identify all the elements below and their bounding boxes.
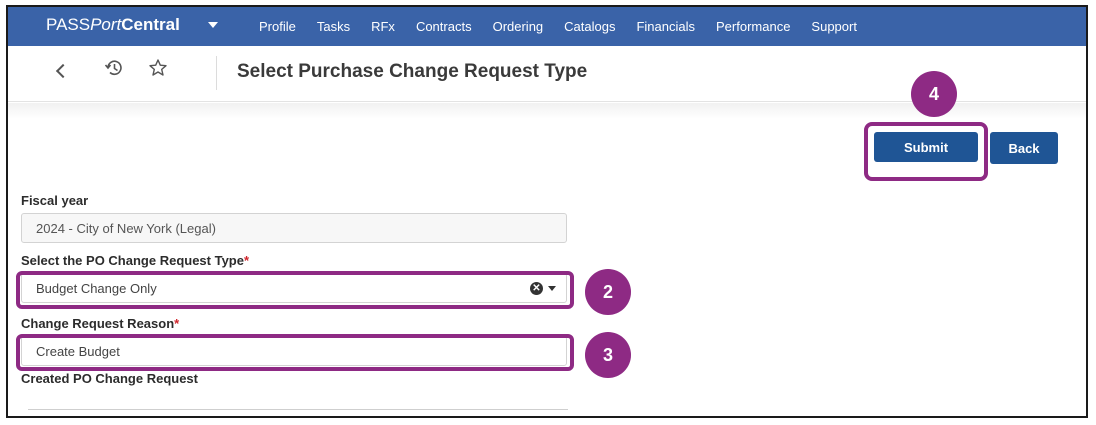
reason-label: Change Request Reason* [21, 316, 179, 331]
app-window: PASSPortCentral Profile Tasks RFx Contra… [6, 5, 1088, 418]
change-type-highlight [16, 271, 574, 309]
header-divider [216, 56, 217, 90]
field-divider [28, 409, 568, 410]
brand-part-3: Central [121, 15, 180, 34]
brand-part-2: Port [90, 15, 122, 34]
main-nav: Profile Tasks RFx Contracts Ordering Cat… [259, 7, 878, 46]
reason-label-text: Change Request Reason [21, 316, 175, 331]
change-type-label: Select the PO Change Request Type* [21, 253, 249, 268]
nav-item-support[interactable]: Support [811, 19, 857, 34]
nav-item-ordering[interactable]: Ordering [493, 19, 544, 34]
brand-caret-icon[interactable] [208, 22, 218, 28]
fiscal-year-value: 2024 - City of New York (Legal) [36, 220, 216, 236]
history-icon[interactable] [104, 58, 124, 78]
nav-item-profile[interactable]: Profile [259, 19, 296, 34]
nav-item-contracts[interactable]: Contracts [416, 19, 472, 34]
back-button[interactable]: Back [990, 132, 1058, 164]
top-navigation-bar: PASSPortCentral Profile Tasks RFx Contra… [8, 7, 1086, 46]
step-badge-4: 4 [911, 71, 957, 117]
change-type-label-text: Select the PO Change Request Type [21, 253, 244, 268]
nav-item-financials[interactable]: Financials [636, 19, 695, 34]
step-badge-2: 2 [585, 269, 631, 315]
back-chevron-icon[interactable] [55, 63, 71, 79]
submit-highlight [864, 122, 988, 181]
brand-part-1: PASS [46, 15, 91, 34]
star-icon[interactable] [148, 58, 168, 78]
fiscal-year-label: Fiscal year [21, 193, 89, 208]
fiscal-year-field: 2024 - City of New York (Legal) [21, 213, 567, 243]
nav-item-rfx[interactable]: RFx [371, 19, 395, 34]
required-mark: * [174, 316, 180, 331]
created-po-change-request-label: Created PO Change Request [21, 371, 198, 386]
nav-item-tasks[interactable]: Tasks [317, 19, 350, 34]
nav-item-catalogs[interactable]: Catalogs [564, 19, 615, 34]
step-badge-3: 3 [585, 332, 631, 378]
reason-highlight [16, 334, 574, 371]
required-mark: * [243, 253, 250, 268]
brand-logo[interactable]: PASSPortCentral [46, 15, 180, 35]
nav-item-performance[interactable]: Performance [716, 19, 790, 34]
page-title: Select Purchase Change Request Type [237, 61, 588, 82]
